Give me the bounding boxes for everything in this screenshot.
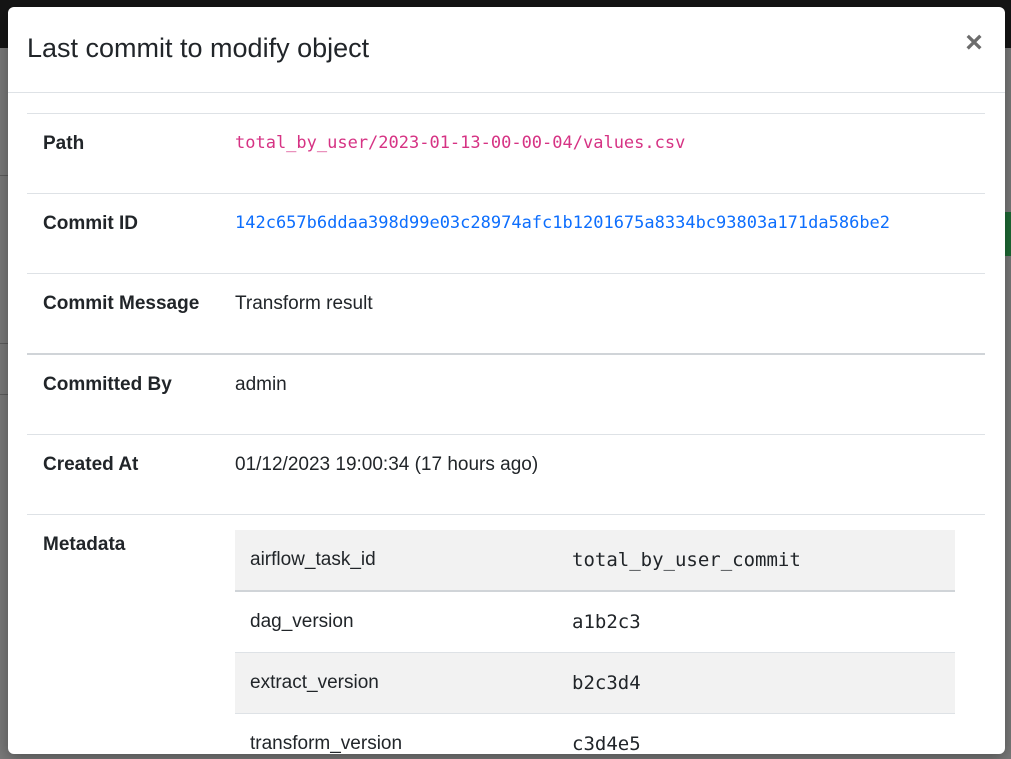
path-label: Path xyxy=(27,113,235,194)
commit-message-label: Commit Message xyxy=(27,273,235,354)
metadata-label: Metadata xyxy=(27,514,235,754)
metadata-table: airflow_task_id total_by_user_commit dag… xyxy=(235,530,955,754)
commit-details-table: Path total_by_user/2023-01-13-00-00-04/v… xyxy=(27,113,985,754)
path-row: Path total_by_user/2023-01-13-00-00-04/v… xyxy=(27,113,985,194)
metadata-row-item: transform_version c3d4e5 xyxy=(235,712,955,754)
metadata-row-item: extract_version b2c3d4 xyxy=(235,651,955,713)
metadata-value: b2c3d4 xyxy=(557,651,955,713)
close-icon[interactable]: × xyxy=(961,28,987,59)
modal-header: Last commit to modify object × xyxy=(8,7,1005,93)
metadata-key: dag_version xyxy=(235,590,557,652)
created-at-label: Created At xyxy=(27,434,235,515)
committed-by-row: Committed By admin xyxy=(27,353,985,435)
background-divider xyxy=(0,343,8,344)
metadata-value: total_by_user_commit xyxy=(557,530,955,591)
modal-title: Last commit to modify object xyxy=(27,33,370,63)
background-divider xyxy=(0,394,8,395)
metadata-key: transform_version xyxy=(235,712,557,754)
commit-id-link[interactable]: 142c657b6ddaa398d99e03c28974afc1b1201675… xyxy=(235,193,985,274)
committed-by-value: admin xyxy=(235,353,985,435)
metadata-value: a1b2c3 xyxy=(557,590,955,652)
background-divider xyxy=(0,175,8,176)
metadata-container: airflow_task_id total_by_user_commit dag… xyxy=(235,514,985,754)
metadata-key: airflow_task_id xyxy=(235,530,557,591)
metadata-row-item: airflow_task_id total_by_user_commit xyxy=(235,530,955,591)
metadata-row: Metadata airflow_task_id total_by_user_c… xyxy=(27,514,985,754)
commit-modal: Last commit to modify object × Path tota… xyxy=(8,7,1005,754)
commit-id-label: Commit ID xyxy=(27,193,235,274)
metadata-row-item: dag_version a1b2c3 xyxy=(235,590,955,652)
path-value: total_by_user/2023-01-13-00-00-04/values… xyxy=(235,113,985,194)
metadata-value: c3d4e5 xyxy=(557,712,955,754)
created-at-value: 01/12/2023 19:00:34 (17 hours ago) xyxy=(235,434,985,515)
metadata-key: extract_version xyxy=(235,651,557,713)
commit-message-value: Transform result xyxy=(235,273,985,354)
commit-message-row: Commit Message Transform result xyxy=(27,273,985,354)
committed-by-label: Committed By xyxy=(27,353,235,435)
created-at-row: Created At 01/12/2023 19:00:34 (17 hours… xyxy=(27,434,985,515)
commit-id-row: Commit ID 142c657b6ddaa398d99e03c28974af… xyxy=(27,193,985,274)
